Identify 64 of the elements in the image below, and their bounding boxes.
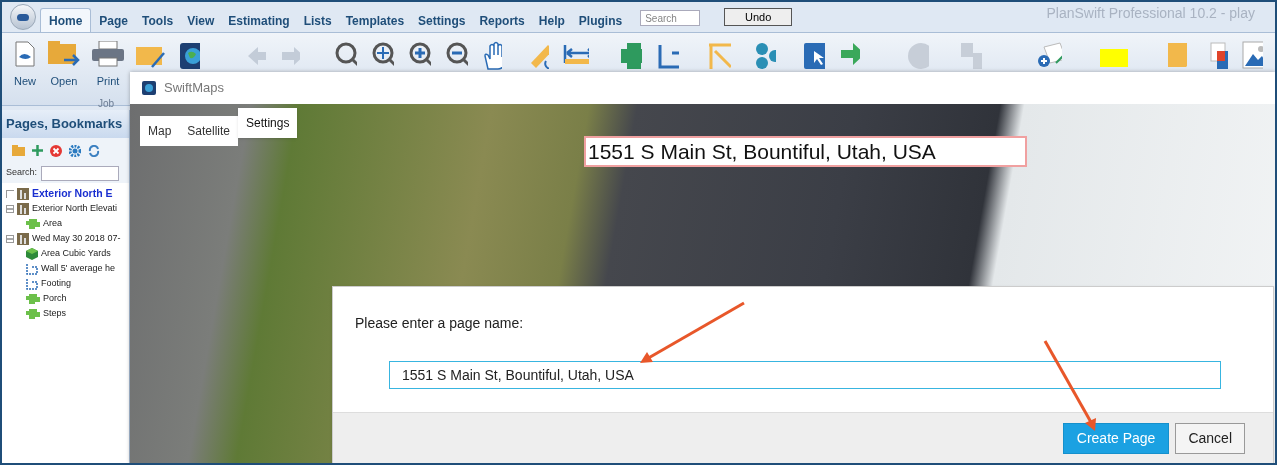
tree-item[interactable]: Porch bbox=[43, 291, 67, 306]
image-icon[interactable] bbox=[1241, 41, 1264, 69]
ribbon-button[interactable]: Print bbox=[92, 41, 124, 90]
area-icon bbox=[26, 308, 40, 319]
hand-icon[interactable] bbox=[481, 41, 502, 71]
page-name-field[interactable]: 1551 S Main St, Bountiful, Utah, USA bbox=[389, 361, 1221, 389]
page-icon bbox=[17, 187, 29, 200]
tree-item[interactable]: Exterior North Elevati bbox=[32, 201, 118, 216]
layers-icon[interactable] bbox=[1209, 41, 1228, 71]
expander-icon[interactable] bbox=[6, 204, 14, 213]
cube-icon bbox=[26, 247, 38, 260]
window-title: SwiftMaps bbox=[164, 79, 224, 98]
ribbon-button[interactable]: Open bbox=[48, 41, 80, 90]
ribbon-button[interactable]: New bbox=[14, 41, 36, 90]
printer-icon bbox=[92, 41, 124, 67]
delete-icon[interactable] bbox=[50, 144, 62, 157]
tree-item[interactable]: Steps bbox=[43, 306, 66, 321]
refresh-icon[interactable] bbox=[88, 144, 100, 157]
area-icon[interactable] bbox=[619, 41, 642, 71]
undo-button[interactable]: Undo bbox=[724, 8, 793, 26]
tree-item[interactable]: Area bbox=[43, 216, 62, 231]
page-icon bbox=[17, 202, 29, 215]
map-tab[interactable]: Map bbox=[140, 116, 180, 146]
cancel-button[interactable]: Cancel bbox=[1175, 423, 1245, 454]
map-tab[interactable]: Settings bbox=[238, 108, 298, 138]
earth-icon bbox=[180, 43, 200, 69]
linear-icon bbox=[26, 277, 38, 290]
plus-icon[interactable] bbox=[32, 145, 43, 156]
menu-tab[interactable]: Reports bbox=[473, 10, 531, 32]
settings-icon[interactable] bbox=[69, 144, 81, 157]
new-document-icon bbox=[15, 41, 35, 67]
open-folder-icon bbox=[48, 41, 80, 67]
menu-tab[interactable]: Plugins bbox=[572, 10, 629, 32]
menu-tab[interactable]: Help bbox=[532, 10, 571, 32]
menu-tab[interactable]: View bbox=[181, 10, 221, 32]
menu-tab[interactable]: Page bbox=[93, 10, 135, 32]
menu-tab[interactable]: Settings bbox=[412, 10, 472, 32]
menu-tab[interactable]: Lists bbox=[297, 10, 338, 32]
menu-tab[interactable]: Estimating bbox=[222, 10, 296, 32]
search-field[interactable]: Search bbox=[640, 10, 701, 26]
menu-tab[interactable]: Home bbox=[40, 8, 92, 32]
page-icon bbox=[17, 232, 29, 245]
linear-icon bbox=[26, 262, 38, 275]
menu-tab[interactable]: Templates bbox=[339, 10, 411, 32]
tree-item[interactable]: Wed May 30 2018 07- bbox=[32, 231, 121, 246]
address-label: 1551 S Main St, Bountiful, Utah, USA bbox=[584, 136, 1027, 167]
tree-item[interactable]: Footing bbox=[41, 276, 72, 291]
dialog-prompt: Please enter a page name: bbox=[355, 315, 524, 331]
tree-item[interactable]: Wall 5' average he bbox=[41, 261, 115, 276]
tree-item[interactable]: Exterior North E bbox=[32, 185, 113, 202]
map-tab[interactable]: Satellite bbox=[179, 116, 239, 146]
area-icon bbox=[26, 218, 40, 229]
menu-tab[interactable]: Tools bbox=[136, 10, 180, 32]
app-icon bbox=[142, 81, 156, 95]
panel-title: Pages, Bookmarks bbox=[6, 115, 123, 134]
search-label: Search: bbox=[6, 166, 38, 180]
arrow-right-icon[interactable] bbox=[838, 41, 861, 67]
note-add-icon[interactable] bbox=[1036, 41, 1063, 69]
area-icon bbox=[26, 293, 40, 304]
group-label: Job bbox=[98, 97, 115, 111]
app-logo-icon[interactable] bbox=[10, 4, 36, 30]
expander-icon[interactable] bbox=[6, 234, 14, 243]
page-search-field[interactable] bbox=[41, 165, 120, 181]
tree-item[interactable]: Area Cubic Yards bbox=[41, 246, 111, 261]
